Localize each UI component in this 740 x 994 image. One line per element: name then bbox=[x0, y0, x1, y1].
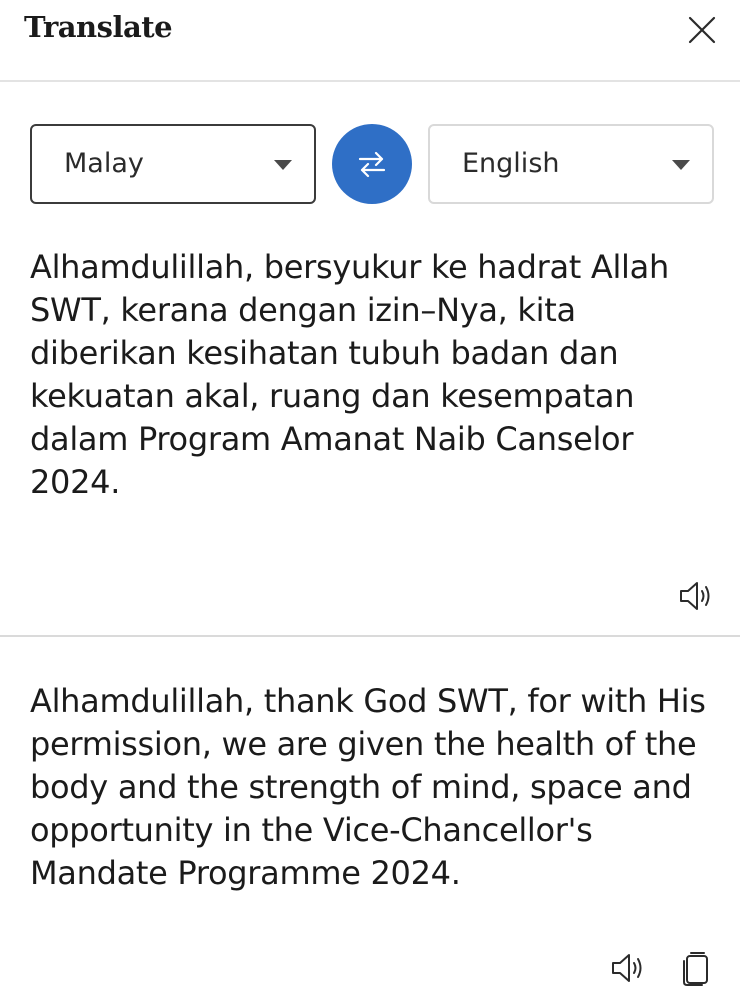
swap-languages-button[interactable] bbox=[332, 124, 412, 204]
translation-listen-button[interactable] bbox=[608, 948, 648, 988]
source-text[interactable]: Alhamdulillah, bersyukur ke hadrat Allah… bbox=[30, 246, 720, 504]
section-divider bbox=[0, 635, 740, 637]
speaker-icon bbox=[612, 954, 642, 982]
close-button[interactable] bbox=[684, 12, 720, 48]
source-language-label: Malay bbox=[64, 148, 144, 179]
chevron-down-icon bbox=[672, 160, 690, 170]
source-language-select[interactable]: Malay bbox=[30, 124, 316, 204]
translate-panel: Translate Malay English Alhamdulillah, b… bbox=[0, 0, 740, 994]
target-language-select[interactable]: English bbox=[428, 124, 714, 204]
swap-arrows-icon bbox=[358, 151, 386, 178]
target-language-label: English bbox=[462, 148, 560, 179]
copy-button[interactable] bbox=[676, 948, 716, 988]
panel-title: Translate bbox=[24, 10, 173, 44]
chevron-down-icon bbox=[274, 160, 292, 170]
copy-icon bbox=[683, 952, 708, 986]
source-listen-button[interactable] bbox=[676, 576, 716, 616]
close-icon bbox=[688, 16, 716, 44]
translated-text[interactable]: Alhamdulillah, thank God SWT, for with H… bbox=[30, 680, 730, 895]
language-selector-row: Malay English bbox=[30, 124, 714, 204]
speaker-icon bbox=[680, 582, 710, 610]
panel-header: Translate bbox=[0, 0, 740, 82]
